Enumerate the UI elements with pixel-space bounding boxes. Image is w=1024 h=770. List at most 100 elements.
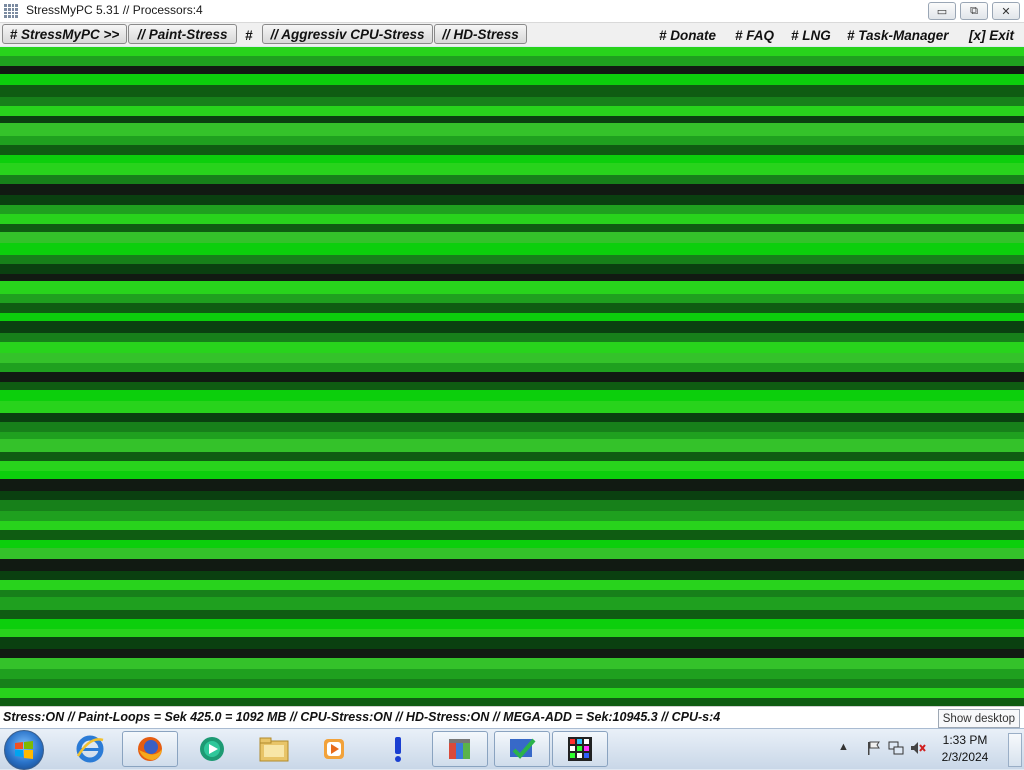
window-title: StressMyPC 5.31 // Processors:4 [26,3,203,17]
stressmypc-icon[interactable] [552,731,608,767]
stripe [0,372,1024,382]
title-bar: StressMyPC 5.31 // Processors:4 ▭ ⧉ ✕ [0,0,1024,23]
lng-link[interactable]: # LNG [791,25,831,45]
system-tray: ▲ 1:33 PM 2/3/2024 [834,729,1024,769]
stripe [0,401,1024,413]
stripe [0,74,1024,85]
close-button[interactable]: ✕ [992,2,1020,20]
stripe [0,163,1024,175]
donate-link[interactable]: # Donate [659,25,716,45]
menu-bar: # StressMyPC >> // Paint-Stress # // Agg… [0,23,1024,46]
stripe [0,571,1024,580]
stripe [0,637,1024,649]
stripe [0,333,1024,342]
show-hidden-icons-arrow-icon[interactable]: ▲ [838,741,849,753]
stripe [0,559,1024,571]
stripe [0,479,1024,491]
stripe [0,530,1024,540]
stripe [0,321,1024,333]
stripe [0,274,1024,281]
stripe [0,232,1024,243]
colored-files-icon[interactable] [432,731,488,767]
stripe [0,597,1024,610]
stripe [0,688,1024,698]
stripe [0,511,1024,521]
task-manager-link[interactable]: # Task-Manager [847,25,949,45]
stripe [0,243,1024,255]
stripe [0,548,1024,559]
stripe [0,353,1024,363]
hd-stress-button[interactable]: // HD-Stress [434,24,527,44]
stripe [0,413,1024,422]
stripe-pattern [0,47,1024,706]
status-text: Stress:ON // Paint-Loops = Sek 425.0 = 1… [3,710,721,724]
aggressive-cpu-stress-button[interactable]: // Aggressiv CPU-Stress [262,24,433,44]
stripe [0,580,1024,590]
minimize-button[interactable]: ▭ [928,2,956,20]
stripe [0,649,1024,658]
checkmark-app-icon[interactable] [494,731,550,767]
faq-link[interactable]: # FAQ [735,25,774,45]
stripe [0,619,1024,629]
stripe [0,97,1024,106]
stripe [0,698,1024,706]
maximize-button[interactable]: ⧉ [960,2,988,20]
stripe [0,123,1024,136]
stripe [0,432,1024,439]
clock[interactable]: 1:33 PM 2/3/2024 [930,732,1000,766]
stressmypc-menu-button[interactable]: # StressMyPC >> [2,24,127,44]
stripe [0,255,1024,264]
stripe [0,66,1024,74]
stripe [0,214,1024,224]
status-bar: Stress:ON // Paint-Loops = Sek 425.0 = 1… [0,706,1024,729]
volume-muted-icon[interactable] [910,740,926,756]
stripe [0,540,1024,548]
stripe [0,136,1024,145]
stripe [0,116,1024,123]
stripe [0,195,1024,205]
stripe [0,500,1024,511]
stripe [0,363,1024,372]
exit-link[interactable]: [x] Exit [969,25,1014,45]
stripe [0,85,1024,97]
stripe [0,669,1024,679]
show-desktop-strip[interactable] [1008,733,1022,767]
firefox-icon[interactable] [122,731,178,767]
stripe [0,56,1024,66]
stripe [0,439,1024,452]
show-desktop-button[interactable]: Show desktop [937,709,1020,728]
media-center-icon[interactable] [184,731,240,767]
stripe [0,294,1024,303]
taskbar: ▲ 1:33 PM 2/3/2024 [0,728,1024,770]
stripe [0,610,1024,619]
network-icon[interactable] [888,740,904,756]
stripe [0,145,1024,155]
stripe [0,313,1024,321]
stripe [0,452,1024,461]
stripe [0,629,1024,637]
stripe [0,184,1024,195]
stripe [0,679,1024,688]
internet-explorer-icon[interactable] [62,731,118,767]
alert-icon[interactable] [370,731,426,767]
stripe [0,491,1024,500]
app-icon [4,4,18,18]
clock-time: 1:33 PM [942,733,988,747]
start-button[interactable] [4,730,44,770]
stripe [0,205,1024,214]
stripe [0,281,1024,294]
stripe [0,461,1024,471]
paint-stress-button[interactable]: // Paint-Stress [128,24,237,44]
action-center-flag-icon[interactable] [866,740,882,756]
stripe [0,590,1024,597]
windows-logo-icon [15,741,33,759]
stripe [0,471,1024,479]
stripe [0,521,1024,530]
media-player-icon[interactable] [306,731,362,767]
paint-stress-canvas [0,47,1024,706]
stripe [0,422,1024,432]
file-explorer-icon[interactable] [246,731,302,767]
clock-date: 2/3/2024 [941,750,989,764]
menu-hash: # [245,27,253,43]
stripe [0,106,1024,116]
